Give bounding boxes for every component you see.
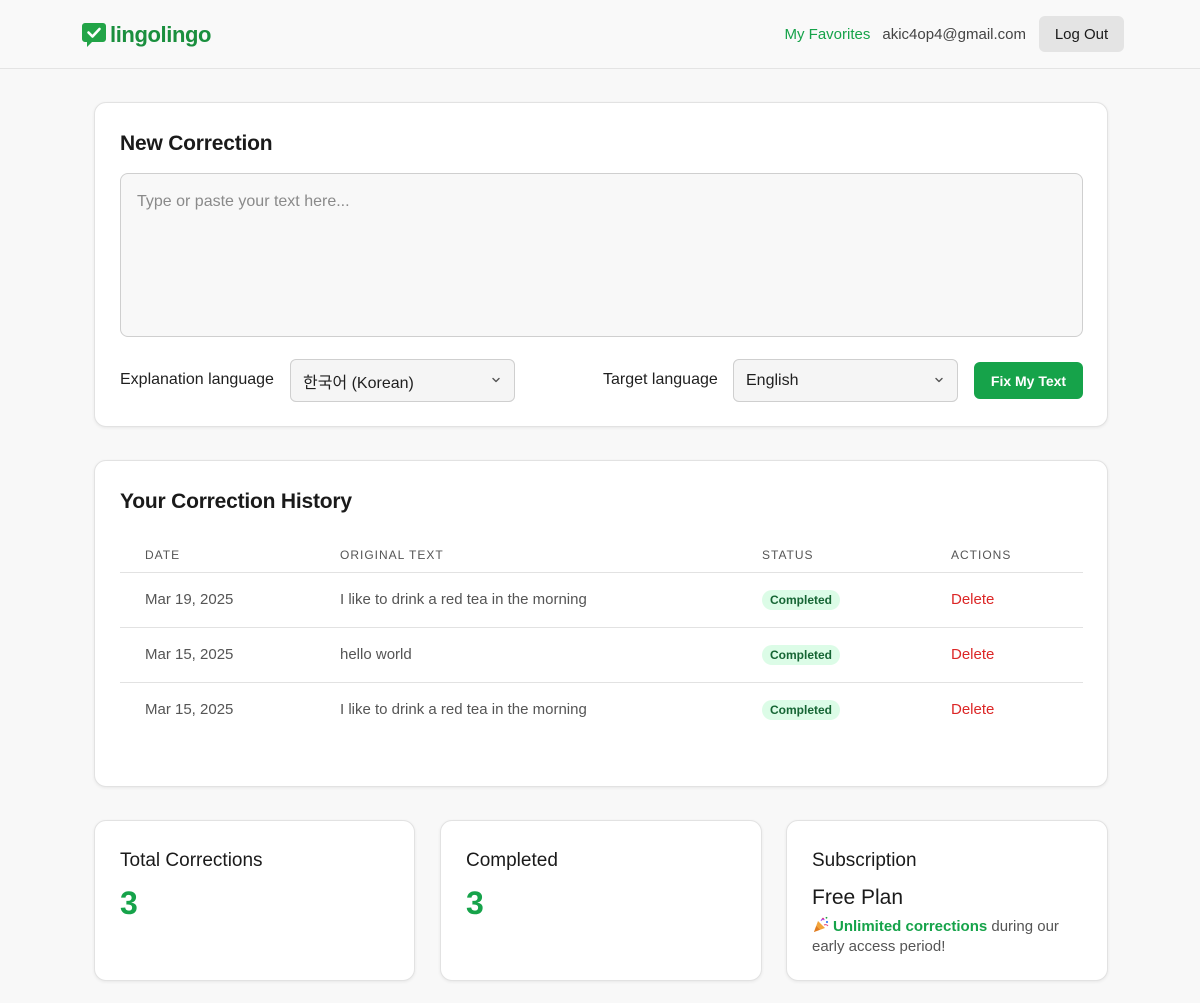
plan-description: Unlimited corrections during our early a… — [812, 916, 1084, 957]
column-header-original-text: ORIGINAL TEXT — [340, 539, 762, 573]
row-date: Mar 19, 2025 — [120, 572, 340, 628]
explanation-language-value: 한국어 (Korean) — [303, 374, 414, 392]
subscription-card: Subscription Free Plan Unlimited correct… — [786, 820, 1108, 981]
brand-name: lingolingo — [110, 22, 212, 47]
user-email: akic4op4@gmail.com — [882, 25, 1026, 43]
total-corrections-label: Total Corrections — [120, 850, 263, 871]
new-correction-title: New Correction — [120, 132, 273, 155]
target-language-value: English — [746, 371, 799, 389]
correction-history-card: Your Correction History DATE ORIGINAL TE… — [94, 460, 1108, 787]
status-badge: Completed — [762, 589, 841, 610]
table-row[interactable]: Mar 15, 2025 I like to drink a red tea i… — [120, 682, 1083, 737]
delete-link[interactable]: Delete — [951, 701, 994, 718]
row-original-text: hello world — [340, 627, 762, 683]
table-header-row: DATE ORIGINAL TEXT STATUS ACTIONS — [120, 539, 1083, 573]
header-nav: My Favorites akic4op4@gmail.com Log Out — [785, 16, 1124, 52]
column-header-status: STATUS — [762, 539, 951, 573]
explanation-language-label: Explanation language — [120, 371, 274, 388]
history-title: Your Correction History — [120, 490, 352, 513]
total-corrections-card: Total Corrections 3 — [94, 820, 415, 981]
explanation-language-select[interactable]: 한국어 (Korean) — [290, 359, 515, 402]
delete-link[interactable]: Delete — [951, 591, 994, 608]
table-row[interactable]: Mar 15, 2025 hello world Completed Delet… — [120, 627, 1083, 683]
my-favorites-link[interactable]: My Favorites — [785, 26, 871, 43]
plan-highlight: Unlimited corrections — [833, 918, 988, 935]
completed-label: Completed — [466, 850, 558, 871]
delete-link[interactable]: Delete — [951, 646, 994, 663]
column-header-date: DATE — [120, 539, 340, 573]
chevron-down-icon — [935, 377, 943, 383]
plan-name: Free Plan — [812, 886, 904, 909]
top-navigation-bar: lingolingo My Favorites akic4op4@gmail.c… — [0, 0, 1200, 69]
completed-value: 3 — [466, 885, 484, 921]
target-language-select[interactable]: English — [733, 359, 958, 402]
correction-text-input[interactable] — [120, 173, 1083, 337]
history-table: DATE ORIGINAL TEXT STATUS ACTIONS Mar 19… — [120, 539, 1083, 737]
completed-card: Completed 3 — [440, 820, 762, 981]
new-correction-card: New Correction Explanation language 한국어 … — [94, 102, 1108, 427]
column-header-actions: ACTIONS — [951, 539, 1083, 573]
status-badge: Completed — [762, 644, 841, 665]
fix-my-text-button[interactable]: Fix My Text — [974, 362, 1083, 399]
row-date: Mar 15, 2025 — [145, 701, 234, 719]
chat-check-icon — [82, 23, 106, 47]
row-date: Mar 15, 2025 — [120, 627, 340, 683]
row-original-text: I like to drink a red tea in the morning — [340, 701, 587, 719]
party-popper-icon — [814, 916, 829, 932]
logout-button[interactable]: Log Out — [1039, 16, 1124, 52]
total-corrections-value: 3 — [120, 885, 138, 921]
row-original-text: I like to drink a red tea in the morning — [340, 572, 762, 628]
subscription-label: Subscription — [812, 850, 917, 871]
status-badge: Completed — [762, 699, 841, 720]
target-language-label: Target language — [603, 371, 718, 388]
brand-logo[interactable]: lingolingo — [81, 22, 211, 48]
table-row[interactable]: Mar 19, 2025 I like to drink a red tea i… — [120, 572, 1083, 628]
chevron-down-icon — [492, 377, 500, 383]
